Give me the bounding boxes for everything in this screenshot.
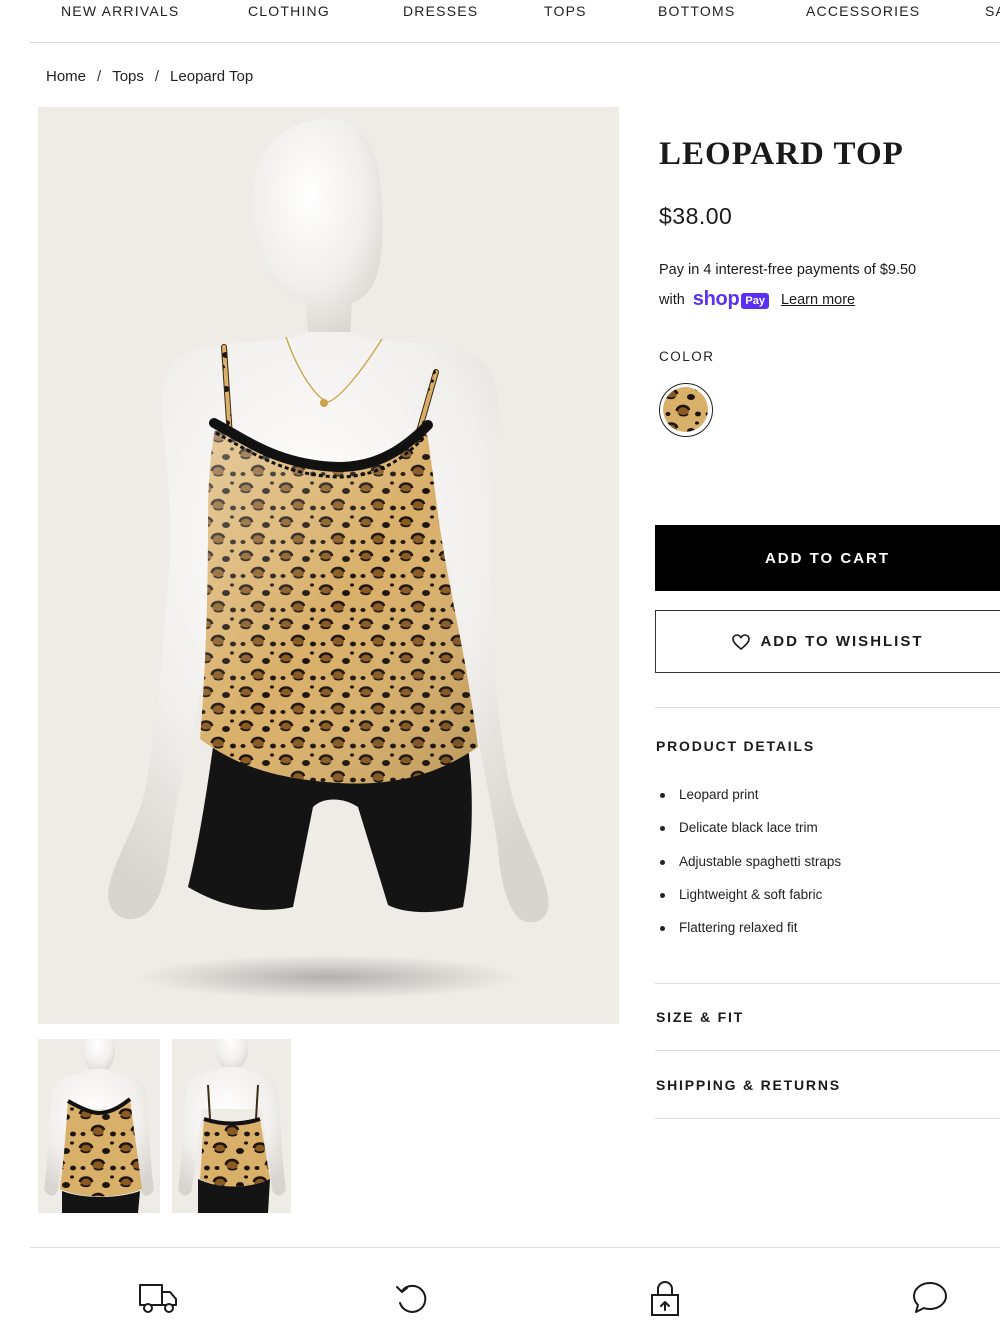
detail-text: Lightweight & soft fabric bbox=[679, 886, 823, 902]
nav-divider bbox=[30, 42, 1000, 43]
shop-pay-logo: shop bbox=[692, 288, 740, 310]
shop-pay-line: with shop Pay Learn more bbox=[659, 288, 855, 311]
nav-clothing[interactable]: CLOTHING bbox=[248, 3, 330, 19]
nav-accessories[interactable]: ACCESSORIES bbox=[806, 3, 920, 19]
bullet bbox=[660, 826, 665, 832]
shipping-returns-accordion[interactable]: SHIPPING & RETURNS bbox=[656, 1077, 841, 1093]
nav-tops[interactable]: TOPS bbox=[544, 3, 587, 19]
breadcrumb-separator: / bbox=[97, 68, 102, 85]
mannequin-illustration bbox=[108, 119, 549, 999]
shop-pay-badge: Pay bbox=[741, 292, 769, 309]
chat-icon[interactable] bbox=[908, 1278, 952, 1318]
installment-text: Pay in 4 interest-free payments of $9.50 bbox=[659, 262, 917, 278]
product-details-heading[interactable]: PRODUCT DETAILS bbox=[656, 738, 815, 754]
add-to-wishlist-button[interactable]: ADD TO WISHLIST bbox=[655, 610, 1000, 673]
divider bbox=[655, 1050, 1000, 1051]
with-text: with bbox=[659, 291, 685, 308]
divider bbox=[655, 1118, 1000, 1119]
bullet bbox=[660, 926, 665, 932]
product-main-image[interactable] bbox=[38, 107, 619, 1024]
bullet bbox=[660, 892, 665, 898]
list-item: Delicate black lace trim bbox=[660, 820, 841, 853]
thumbnail-front[interactable] bbox=[38, 1039, 160, 1213]
breadcrumb-tops[interactable]: Tops bbox=[112, 68, 144, 85]
leopard-swatch-image bbox=[663, 387, 708, 432]
breadcrumb-home[interactable]: Home bbox=[46, 68, 86, 85]
list-item: Flattering relaxed fit bbox=[660, 920, 841, 953]
top-navigation: NEW ARRIVALS CLOTHING DRESSES TOPS BOTTO… bbox=[0, 0, 1000, 44]
add-to-cart-button[interactable]: ADD TO CART bbox=[655, 525, 1000, 591]
truck-icon[interactable] bbox=[137, 1278, 181, 1318]
divider bbox=[655, 983, 1000, 984]
detail-text: Adjustable spaghetti straps bbox=[679, 853, 842, 869]
size-fit-accordion[interactable]: SIZE & FIT bbox=[656, 1009, 744, 1025]
divider bbox=[655, 707, 1000, 708]
thumbnail-front-image bbox=[38, 1039, 160, 1213]
detail-text: Leopard print bbox=[679, 787, 759, 802]
list-item: Lightweight & soft fabric bbox=[660, 887, 841, 920]
product-title: LEOPARD TOP bbox=[659, 136, 904, 172]
product-details-list: Leopard print Delicate black lace trim A… bbox=[660, 787, 841, 953]
add-to-wishlist-label: ADD TO WISHLIST bbox=[760, 633, 924, 650]
returns-icon[interactable] bbox=[390, 1278, 434, 1318]
heart-icon bbox=[732, 633, 751, 650]
nav-sale-truncated[interactable]: SA bbox=[985, 3, 1000, 19]
breadcrumb: Home / Tops / Leopard Top bbox=[46, 68, 253, 85]
color-label: COLOR bbox=[659, 349, 715, 364]
product-price: $38.00 bbox=[659, 203, 733, 229]
breadcrumb-current: Leopard Top bbox=[170, 68, 254, 85]
detail-text: Flattering relaxed fit bbox=[679, 920, 798, 936]
detail-text: Delicate black lace trim bbox=[679, 820, 818, 836]
color-swatch-leopard[interactable] bbox=[659, 383, 713, 437]
nav-bottoms[interactable]: BOTTOMS bbox=[658, 3, 735, 19]
lock-icon[interactable] bbox=[643, 1278, 687, 1318]
thumbnail-back-image bbox=[172, 1039, 291, 1213]
bullet bbox=[660, 793, 665, 798]
list-item: Leopard print bbox=[660, 787, 841, 820]
list-item: Adjustable spaghetti straps bbox=[660, 854, 841, 887]
nav-dresses[interactable]: DRESSES bbox=[403, 3, 478, 19]
bullet bbox=[660, 859, 665, 865]
thumbnail-back[interactable] bbox=[172, 1039, 291, 1213]
learn-more-link[interactable]: Learn more bbox=[781, 292, 855, 308]
breadcrumb-separator: / bbox=[154, 68, 160, 85]
footer-divider bbox=[30, 1247, 1000, 1248]
nav-new-arrivals[interactable]: NEW ARRIVALS bbox=[61, 3, 179, 19]
